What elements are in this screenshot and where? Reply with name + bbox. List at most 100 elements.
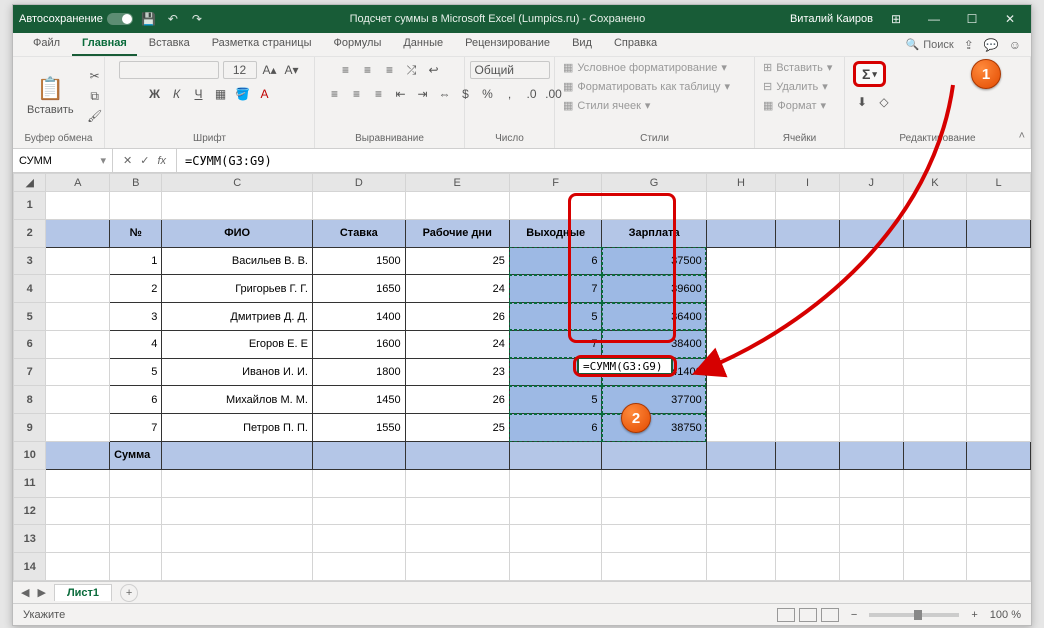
cell[interactable]: 38750 bbox=[602, 414, 706, 442]
minimize-icon[interactable]: — bbox=[919, 5, 949, 33]
cell[interactable]: Сумма bbox=[110, 442, 162, 470]
cell[interactable] bbox=[967, 386, 1031, 414]
col-header[interactable]: H bbox=[706, 174, 775, 192]
row-header[interactable]: 10 bbox=[14, 442, 46, 470]
format-table-button[interactable]: ▦ Форматировать как таблицу ▾ bbox=[563, 80, 730, 93]
cell-styles-button[interactable]: ▦ Стили ячеек ▾ bbox=[563, 99, 650, 112]
wrap-icon[interactable]: ↩ bbox=[425, 61, 443, 79]
cut-icon[interactable]: ✂ bbox=[86, 67, 104, 85]
cell[interactable] bbox=[839, 330, 903, 358]
cell[interactable]: Ставка bbox=[312, 219, 405, 247]
comments-icon[interactable]: 💬 bbox=[984, 38, 999, 52]
cell[interactable]: Петров П. П. bbox=[162, 414, 313, 442]
cell[interactable] bbox=[706, 303, 775, 331]
cell[interactable] bbox=[903, 303, 967, 331]
cell[interactable] bbox=[839, 358, 903, 386]
cell[interactable] bbox=[839, 414, 903, 442]
comma-icon[interactable]: , bbox=[501, 85, 519, 103]
cell[interactable]: 37700 bbox=[602, 386, 706, 414]
cell[interactable]: 1650 bbox=[312, 275, 405, 303]
italic-button[interactable]: К bbox=[168, 85, 186, 103]
cell[interactable]: 39600 bbox=[602, 275, 706, 303]
cell[interactable] bbox=[110, 553, 162, 581]
zoom-level[interactable]: 100 % bbox=[990, 609, 1021, 621]
cell[interactable] bbox=[903, 414, 967, 442]
undo-icon[interactable]: ↶ bbox=[165, 11, 181, 27]
cell[interactable] bbox=[776, 358, 840, 386]
clear-icon[interactable]: ◇ bbox=[875, 93, 893, 111]
cell[interactable]: 24 bbox=[405, 275, 509, 303]
row-header[interactable]: 8 bbox=[14, 386, 46, 414]
smile-icon[interactable]: ☺ bbox=[1009, 38, 1021, 52]
delete-cells-button[interactable]: ⊟ Удалить ▾ bbox=[763, 80, 828, 93]
cell[interactable] bbox=[776, 442, 840, 470]
tab-view[interactable]: Вид bbox=[562, 33, 602, 56]
cell[interactable] bbox=[312, 192, 405, 220]
cell[interactable]: 6 bbox=[509, 247, 602, 275]
cell[interactable] bbox=[46, 358, 110, 386]
cell[interactable]: Рабочие дни bbox=[405, 219, 509, 247]
cell[interactable] bbox=[405, 553, 509, 581]
col-header[interactable]: L bbox=[967, 174, 1031, 192]
add-sheet-button[interactable]: + bbox=[120, 584, 138, 602]
indent-dec-icon[interactable]: ⇤ bbox=[392, 85, 410, 103]
cell[interactable] bbox=[776, 553, 840, 581]
paste-button[interactable]: 📋 Вставить bbox=[21, 74, 80, 118]
col-header[interactable]: I bbox=[776, 174, 840, 192]
cell[interactable] bbox=[839, 247, 903, 275]
cell[interactable]: 5 bbox=[110, 358, 162, 386]
cell[interactable] bbox=[776, 192, 840, 220]
cell[interactable]: 1600 bbox=[312, 330, 405, 358]
cell[interactable] bbox=[46, 275, 110, 303]
grid-area[interactable]: ◢ A B C D E F G H I J K L 12№ФИОСтавкаРа… bbox=[13, 173, 1031, 581]
cell[interactable] bbox=[509, 525, 602, 553]
collapse-ribbon-icon[interactable]: ˄ bbox=[1019, 130, 1025, 142]
cell[interactable] bbox=[509, 192, 602, 220]
maximize-icon[interactable]: ☐ bbox=[957, 5, 987, 33]
cell[interactable] bbox=[46, 497, 110, 525]
fill-icon[interactable]: ⬇ bbox=[853, 93, 871, 111]
number-format-dropdown[interactable]: Общий bbox=[470, 61, 550, 79]
cell[interactable]: 2 bbox=[110, 275, 162, 303]
cell[interactable] bbox=[839, 525, 903, 553]
cell[interactable] bbox=[776, 469, 840, 497]
cell[interactable] bbox=[776, 497, 840, 525]
zoom-in-icon[interactable]: + bbox=[971, 609, 977, 621]
cell[interactable] bbox=[706, 553, 775, 581]
cell[interactable] bbox=[903, 469, 967, 497]
font-color-icon[interactable]: A bbox=[256, 85, 274, 103]
cell[interactable]: 7 bbox=[509, 330, 602, 358]
cell[interactable] bbox=[903, 275, 967, 303]
zoom-slider[interactable] bbox=[869, 613, 959, 617]
cell[interactable] bbox=[405, 442, 509, 470]
cell[interactable] bbox=[162, 469, 313, 497]
tab-data[interactable]: Данные bbox=[393, 33, 453, 56]
select-all-cell[interactable]: ◢ bbox=[14, 174, 46, 192]
cell[interactable] bbox=[162, 497, 313, 525]
align-left-icon[interactable]: ≡ bbox=[326, 85, 344, 103]
cell[interactable]: 26 bbox=[405, 303, 509, 331]
tab-help[interactable]: Справка bbox=[604, 33, 667, 56]
cell[interactable] bbox=[706, 386, 775, 414]
view-switcher[interactable] bbox=[777, 608, 839, 622]
cell[interactable]: 1550 bbox=[312, 414, 405, 442]
cell[interactable] bbox=[903, 358, 967, 386]
cell[interactable] bbox=[967, 414, 1031, 442]
cell[interactable] bbox=[967, 358, 1031, 386]
cell[interactable]: 36400 bbox=[602, 303, 706, 331]
row-header[interactable]: 3 bbox=[14, 247, 46, 275]
cell[interactable] bbox=[312, 442, 405, 470]
percent-icon[interactable]: % bbox=[479, 85, 497, 103]
cell[interactable] bbox=[776, 247, 840, 275]
cell[interactable] bbox=[509, 469, 602, 497]
cell[interactable] bbox=[839, 469, 903, 497]
cell[interactable] bbox=[46, 525, 110, 553]
cell[interactable] bbox=[967, 303, 1031, 331]
cell[interactable] bbox=[706, 358, 775, 386]
cell[interactable] bbox=[162, 525, 313, 553]
cell[interactable] bbox=[903, 192, 967, 220]
cell[interactable]: № bbox=[110, 219, 162, 247]
cell[interactable]: 5 bbox=[509, 386, 602, 414]
merge-icon[interactable]: ⇔ bbox=[436, 85, 454, 103]
cell[interactable] bbox=[162, 553, 313, 581]
